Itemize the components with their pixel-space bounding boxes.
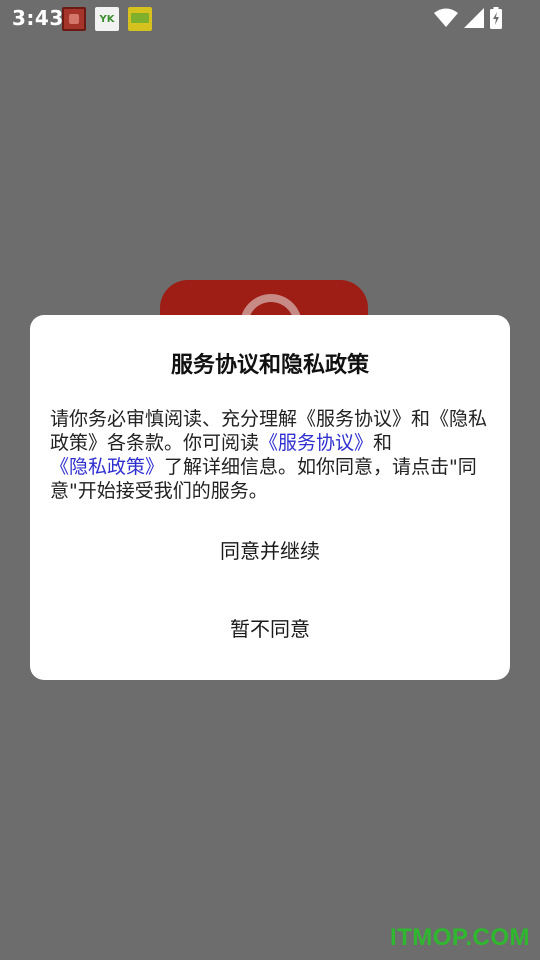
yk-app-icon: YK xyxy=(95,7,119,31)
decline-button[interactable]: 暂不同意 xyxy=(30,605,510,653)
privacy-dialog: 服务协议和隐私政策 请你务必审慎阅读、充分理解《服务协议》和《隐私政策》各条款。… xyxy=(30,315,510,680)
app-notification-icon xyxy=(62,7,86,31)
cellular-signal-icon xyxy=(464,8,484,28)
agree-continue-button[interactable]: 同意并继续 xyxy=(30,527,510,575)
battery-charging-icon xyxy=(490,7,502,29)
watermark: ITMOP.COM xyxy=(389,924,530,951)
green-app-icon xyxy=(128,7,152,31)
system-icons xyxy=(434,7,502,29)
dialog-title: 服务协议和隐私政策 xyxy=(170,353,369,378)
privacy-policy-link[interactable]: 《隐私政策》 xyxy=(50,456,164,478)
status-bar: 3:43 YK xyxy=(0,0,540,36)
body-text-2: 和 xyxy=(373,432,393,454)
wifi-icon xyxy=(434,8,458,28)
service-agreement-link[interactable]: 《服务协议》 xyxy=(259,432,373,454)
dialog-body: 请你务必审慎阅读、充分理解《服务协议》和《隐私政策》各条款。你可阅读《服务协议》… xyxy=(50,407,498,503)
status-time: 3:43 xyxy=(12,6,64,30)
